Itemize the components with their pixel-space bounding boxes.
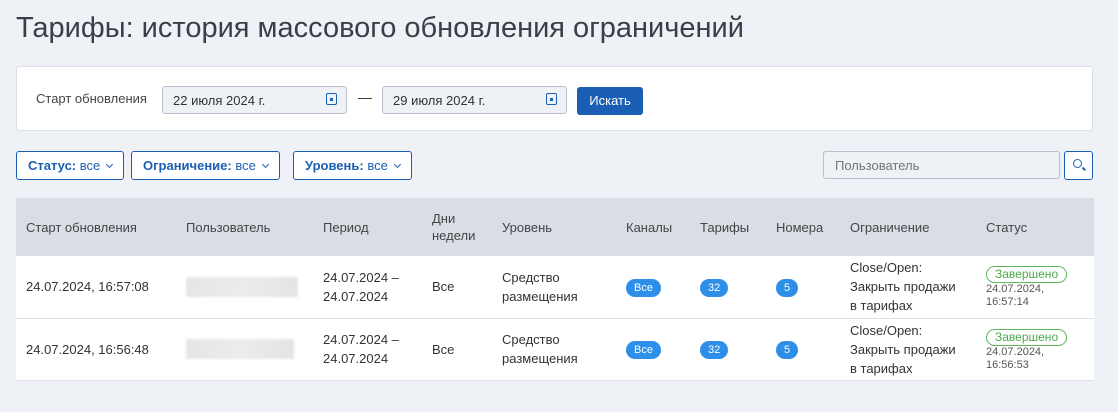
user-cell xyxy=(176,256,313,319)
level-cell: Средство размещения xyxy=(492,256,616,319)
table-row[interactable]: 24.07.2024, 16:57:08 24.07.2024 –24.07.2… xyxy=(16,256,1094,319)
calendar-icon[interactable] xyxy=(326,93,337,105)
table-header: Старт обновления Пользователь Период Дни… xyxy=(16,198,1094,256)
filter-level[interactable]: Уровень: все xyxy=(293,151,412,180)
date-from-value: 22 июля 2024 г. xyxy=(173,93,266,108)
date-from-input[interactable]: 22 июля 2024 г. xyxy=(162,86,347,114)
date-to-value: 29 июля 2024 г. xyxy=(393,93,486,108)
start-cell: 24.07.2024, 16:57:08 xyxy=(16,256,176,319)
col-days-label: Дни недели xyxy=(432,211,476,243)
chevron-down-icon xyxy=(393,160,401,169)
rooms-badge[interactable]: 5 xyxy=(776,341,799,359)
days-cell: Все xyxy=(422,318,492,381)
table-row[interactable]: 24.07.2024, 16:56:48 24.07.2024 –24.07.2… xyxy=(16,318,1094,381)
filter-name: Ограничение: xyxy=(143,158,232,173)
rooms-cell: 5 xyxy=(766,256,840,319)
period-from: 24.07.2024 – xyxy=(323,269,399,285)
restriction-cell: Close/Open: Закрыть продажи в тарифах xyxy=(840,256,976,319)
period-cell: 24.07.2024 – 24.07.2024 xyxy=(313,256,422,319)
status-cell: Завершено 24.07.2024, 16:57:14 xyxy=(976,256,1094,319)
col-user: Пользователь xyxy=(186,219,271,235)
search-button[interactable]: Искать xyxy=(577,87,643,115)
filter-name: Уровень: xyxy=(305,158,364,173)
col-status: Статус xyxy=(986,219,1028,235)
col-rooms: Номера xyxy=(776,219,824,235)
col-tariffs: Тарифы xyxy=(700,219,750,235)
col-period: Период xyxy=(323,219,369,235)
search-icon[interactable] xyxy=(1064,151,1093,180)
date-to-input[interactable]: 29 июля 2024 г. xyxy=(382,86,567,114)
col-start: Старт обновления xyxy=(26,219,137,235)
status-badge: Завершено xyxy=(986,266,1068,284)
col-channels: Каналы xyxy=(626,219,673,235)
tariffs-badge[interactable]: 32 xyxy=(700,341,729,359)
filter-value: все xyxy=(367,158,388,173)
status-date: 24.07.2024, xyxy=(986,345,1045,358)
period-to: 24.07.2024 xyxy=(323,288,389,304)
filter-status[interactable]: Статус: все xyxy=(16,151,125,180)
period-cell: 24.07.2024 – 24.07.2024 xyxy=(313,318,422,381)
period-to: 24.07.2024 xyxy=(323,351,389,366)
status-date: 24.07.2024, xyxy=(986,283,1045,296)
user-redacted xyxy=(186,339,294,359)
user-cell xyxy=(176,318,313,381)
user-redacted xyxy=(186,276,298,297)
channels-badge[interactable]: Все xyxy=(626,341,661,359)
period-from: 24.07.2024 – xyxy=(323,332,399,347)
history-table: Старт обновления Пользователь Период Дни… xyxy=(16,198,1094,381)
filter-value: все xyxy=(79,158,101,173)
tariffs-badge[interactable]: 32 xyxy=(700,278,729,297)
status-badge: Завершено xyxy=(986,328,1068,346)
filter-name: Статус: xyxy=(28,158,77,173)
filter-restriction[interactable]: Ограничение: все xyxy=(131,151,280,180)
rooms-badge[interactable]: 5 xyxy=(776,278,799,297)
calendar-icon[interactable] xyxy=(546,93,557,105)
filter-value: все xyxy=(235,158,256,173)
chevron-down-icon xyxy=(261,160,269,169)
chevron-down-icon xyxy=(106,160,114,169)
channels-cell: Все xyxy=(616,256,690,319)
user-search-input[interactable] xyxy=(823,151,1060,179)
level-cell: Средство размещения xyxy=(492,318,616,381)
status-time: 16:57:14 xyxy=(986,296,1029,309)
tariffs-cell: 32 xyxy=(690,256,766,319)
rooms-cell: 5 xyxy=(766,318,840,381)
start-label: Старт обновления xyxy=(36,91,147,106)
page-title: Тарифы: история массового обновления огр… xyxy=(16,12,744,44)
channels-badge[interactable]: Все xyxy=(626,278,661,297)
status-cell: Завершено 24.07.2024, 16:56:53 xyxy=(976,318,1094,381)
restriction-cell: Close/Open: Закрыть продажи в тарифах xyxy=(840,318,976,381)
date-separator: — xyxy=(358,89,372,105)
col-days: Дни недели xyxy=(422,198,492,256)
tariffs-cell: 32 xyxy=(690,318,766,381)
col-restriction: Ограничение xyxy=(850,219,930,235)
start-cell: 24.07.2024, 16:56:48 xyxy=(16,318,176,381)
search-panel: Старт обновления 22 июля 2024 г. — 29 ию… xyxy=(16,66,1093,131)
days-cell: Все xyxy=(422,256,492,319)
col-level: Уровень xyxy=(502,219,553,235)
status-time: 16:56:53 xyxy=(986,358,1029,371)
channels-cell: Все xyxy=(616,318,690,381)
